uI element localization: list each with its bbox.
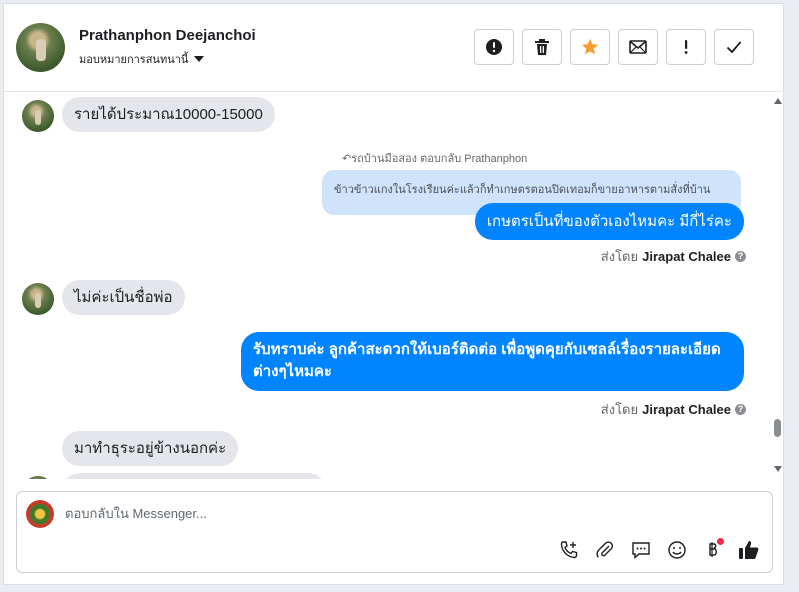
trash-icon <box>535 39 549 55</box>
conversation-panel: Prathanphon Deejanchoi มอบหมายการสนทนานี… <box>3 3 785 585</box>
check-icon <box>726 41 742 54</box>
message-line: รับทราบค่ะ ลูกค้าสะดวกให้เบอร์ติดต่อ เพื… <box>253 341 721 358</box>
reply-composer <box>16 491 773 573</box>
reply-context-text: รถบ้านมือสอง ตอบกลับ Prathanphon <box>351 153 528 165</box>
attach-button[interactable] <box>593 538 617 562</box>
contact-avatar[interactable] <box>16 23 65 72</box>
delete-button[interactable] <box>522 29 562 65</box>
reply-icon: ↶ <box>342 153 352 165</box>
mark-unread-button[interactable] <box>618 29 658 65</box>
paperclip-icon <box>596 541 614 558</box>
payment-button[interactable] <box>701 538 725 562</box>
emoji-button[interactable] <box>665 538 689 562</box>
phone-add-button[interactable] <box>557 538 581 562</box>
incoming-message: รายได้ประมาณ10000-15000 <box>62 97 275 132</box>
saved-replies-button[interactable] <box>629 538 653 562</box>
smiley-icon <box>668 541 686 559</box>
contact-avatar-small <box>22 476 54 479</box>
scroll-up-arrow-icon[interactable] <box>774 98 782 104</box>
sent-by-line: ส่งโดย Jirapat Chalee ? <box>601 399 746 420</box>
caret-down-icon <box>194 56 205 62</box>
contact-name[interactable]: Prathanphon Deejanchoi <box>79 27 256 44</box>
chat-bubble-icon <box>632 542 650 560</box>
outgoing-message: รับทราบค่ะ ลูกค้าสะดวกให้เบอร์ติดต่อ เพื… <box>241 332 744 391</box>
alert-circle-icon <box>486 39 502 55</box>
message-thread[interactable]: รายได้ประมาณ10000-15000 ↶รถบ้านมือสอง ตอ… <box>4 93 771 479</box>
help-icon[interactable]: ? <box>735 251 746 262</box>
notification-dot <box>717 538 724 545</box>
incoming-message: มาทำธุระอยู่ข้างนอกค่ะ <box>62 431 239 466</box>
message-line: ต่างๆไหมคะ <box>253 363 332 380</box>
page-avatar <box>26 500 54 528</box>
mark-done-button[interactable] <box>714 29 754 65</box>
outgoing-message: เกษตรเป็นที่ของตัวเองไหมคะ มีกี่ไร่คะ <box>474 203 744 240</box>
sent-by-label: ส่งโดย <box>600 402 639 417</box>
star-button[interactable] <box>570 29 610 65</box>
sender-name: Jirapat Chalee <box>642 249 731 264</box>
contact-avatar-small <box>22 100 54 132</box>
envelope-icon <box>629 40 647 54</box>
like-button[interactable] <box>737 538 761 562</box>
conversation-header: Prathanphon Deejanchoi มอบหมายการสนทนานี… <box>4 4 785 92</box>
sent-by-line: ส่งโดย Jirapat Chalee ? <box>601 246 746 267</box>
assign-conversation-dropdown[interactable]: มอบหมายการสนทนานี้ <box>79 50 205 68</box>
phone-plus-icon <box>560 541 578 559</box>
reply-input[interactable] <box>65 506 665 521</box>
assign-label: มอบหมายการสนทนานี้ <box>79 54 189 66</box>
thread-scrollbar[interactable] <box>771 93 785 479</box>
exclamation-icon <box>684 40 688 54</box>
star-icon <box>581 38 599 55</box>
conversation-actions <box>474 29 754 65</box>
help-icon[interactable]: ? <box>735 404 746 415</box>
scroll-thumb[interactable] <box>774 419 781 437</box>
incoming-message: ไม่ค่ะเป็นชื่อพ่อ <box>62 280 185 315</box>
report-spam-button[interactable] <box>474 29 514 65</box>
sender-name: Jirapat Chalee <box>642 402 731 417</box>
incoming-message-partial <box>62 473 326 479</box>
follow-up-button[interactable] <box>666 29 706 65</box>
contact-avatar-small <box>22 283 54 315</box>
sent-by-label: ส่งโดย <box>600 249 639 264</box>
composer-toolbar <box>557 538 761 562</box>
scroll-down-arrow-icon[interactable] <box>774 466 782 472</box>
reply-context: ↶รถบ้านมือสอง ตอบกลับ Prathanphon <box>342 149 527 167</box>
thumbs-up-icon <box>739 541 759 559</box>
